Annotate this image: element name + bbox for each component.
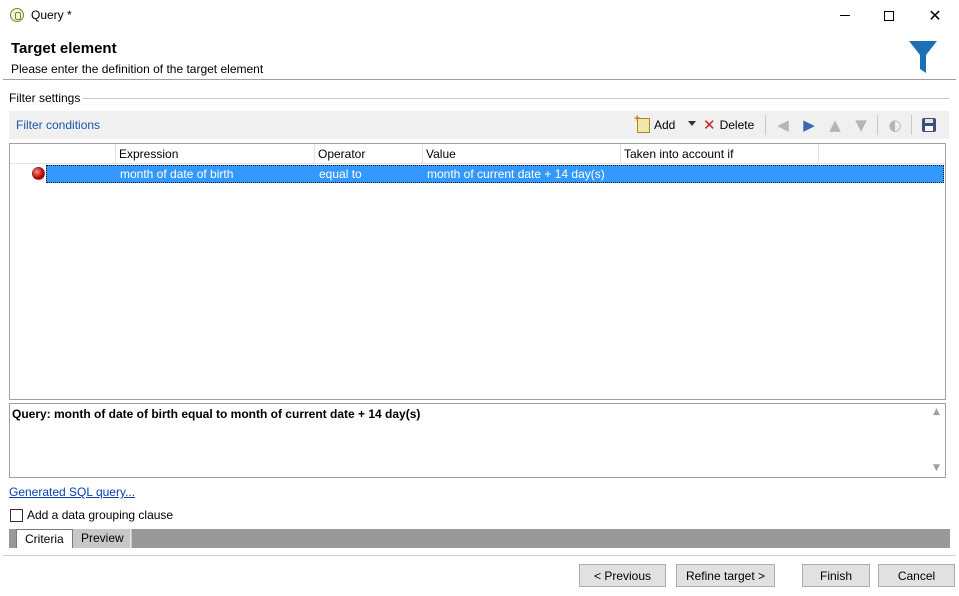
query-scrollbar[interactable]: ▲ ▼	[928, 404, 945, 477]
maximize-icon	[884, 10, 894, 21]
query-text: Query: month of date of birth equal to m…	[12, 407, 421, 421]
move-up-icon[interactable]: ▲	[825, 115, 845, 135]
delete-icon: ✕	[703, 115, 716, 134]
grouping-clause-checkbox[interactable]	[10, 508, 23, 522]
minimize-button[interactable]	[822, 0, 868, 31]
table-row[interactable]: month of date of birth equal to month of…	[10, 165, 945, 183]
finish-button[interactable]: Finish	[802, 564, 870, 587]
filter-toolbar: Filter conditions Add ✕ Delete ◀ ▶ ▲ ▼ ◐	[9, 111, 949, 139]
page-subtitle: Please enter the definition of the targe…	[11, 62, 264, 76]
funnel-icon	[909, 41, 937, 73]
move-left-icon[interactable]: ◀	[773, 115, 793, 135]
column-header-operator[interactable]: Operator	[315, 144, 423, 164]
minimize-icon	[840, 15, 850, 16]
cell-value[interactable]: month of current date + 14 day(s)	[425, 165, 605, 183]
tab-preview[interactable]: Preview	[73, 529, 132, 548]
grouping-clause-option[interactable]: Add a data grouping clause	[10, 508, 173, 522]
grid-header: Expression Operator Value Taken into acc…	[10, 144, 945, 164]
add-button[interactable]: Add	[634, 113, 676, 135]
column-header-taken-into-account[interactable]: Taken into account if	[621, 144, 819, 164]
save-button[interactable]	[919, 115, 939, 135]
title-bar: Query * ✕	[0, 0, 959, 31]
delete-button[interactable]: ✕ Delete	[703, 115, 754, 135]
toolbar-separator	[765, 115, 766, 135]
sort-icon[interactable]: ◐	[885, 115, 905, 135]
status-error-icon	[32, 167, 45, 180]
wizard-footer: < Previous Refine target > Finish Cancel	[3, 555, 956, 593]
maximize-button[interactable]	[866, 0, 912, 31]
add-label: Add	[654, 118, 676, 132]
filter-conditions-label: Filter conditions	[16, 118, 101, 132]
column-header-value[interactable]: Value	[423, 144, 621, 164]
save-icon	[922, 118, 936, 132]
tab-strip: Criteria Preview	[9, 529, 950, 548]
tab-criteria[interactable]: Criteria	[16, 529, 73, 548]
refine-target-button[interactable]: Refine target >	[676, 564, 775, 587]
cell-operator[interactable]: equal to	[317, 165, 362, 183]
close-icon: ✕	[928, 5, 942, 25]
window-title: Query *	[31, 8, 72, 22]
page-title: Target element	[11, 40, 117, 57]
generated-sql-link[interactable]: Generated SQL query...	[9, 485, 135, 499]
close-button[interactable]: ✕	[912, 0, 958, 31]
add-condition-icon	[634, 113, 650, 133]
move-down-icon[interactable]: ▼	[851, 115, 871, 135]
previous-button[interactable]: < Previous	[579, 564, 666, 587]
delete-label: Delete	[719, 118, 755, 132]
cell-expression[interactable]: month of date of birth	[118, 165, 233, 183]
add-dropdown-icon[interactable]	[688, 121, 696, 126]
group-divider	[83, 98, 949, 99]
column-header-expression[interactable]: Expression	[116, 144, 315, 164]
query-summary: Query: month of date of birth equal to m…	[9, 403, 946, 478]
scroll-up-icon[interactable]: ▲	[932, 408, 941, 417]
wizard-header: Target element Please enter the definiti…	[3, 33, 956, 80]
app-icon	[10, 8, 24, 22]
toolbar-separator	[877, 115, 878, 135]
filter-settings-label: Filter settings	[9, 91, 81, 105]
cell-taken-into-account[interactable]	[623, 165, 625, 183]
move-right-icon[interactable]: ▶	[799, 115, 819, 135]
scroll-down-icon[interactable]: ▼	[932, 464, 941, 473]
toolbar-separator	[911, 115, 912, 135]
status-column-header	[10, 144, 116, 164]
cancel-button[interactable]: Cancel	[878, 564, 955, 587]
grouping-clause-label: Add a data grouping clause	[27, 508, 174, 522]
tab-divider	[130, 529, 131, 548]
conditions-grid[interactable]: Expression Operator Value Taken into acc…	[9, 143, 946, 400]
